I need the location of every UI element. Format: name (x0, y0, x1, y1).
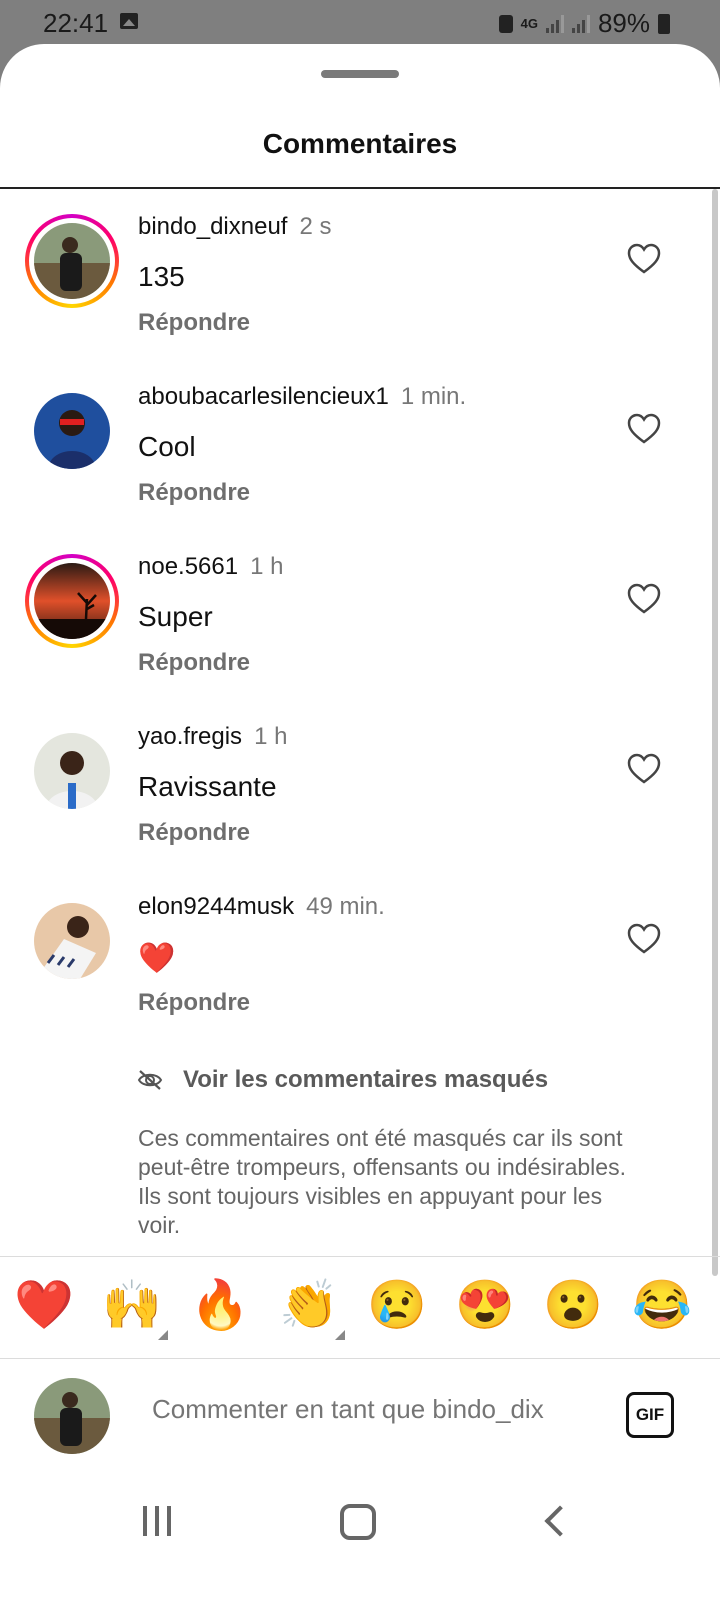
comment-username[interactable]: yao.fregis 1 h (138, 723, 287, 751)
heart-emoji-button[interactable]: ❤️ (14, 1276, 74, 1336)
comment-time: 49 min. (306, 893, 385, 920)
comment-item: noe.5661 1 h Super Répondre (0, 541, 700, 691)
emoji-reaction-bar: ❤️ 🙌 🔥 👏 😢 😍 😮 😂 (0, 1262, 720, 1358)
comments-sheet: Commentaires bindo_dixneuf 2 s 135 Répond… (0, 44, 720, 1600)
comment-username[interactable]: elon9244musk 49 min. (138, 893, 385, 921)
avatar[interactable] (34, 393, 110, 469)
home-button[interactable] (340, 1504, 376, 1540)
comment-item: yao.fregis 1 h Ravissante Répondre (0, 711, 700, 861)
avatar[interactable] (34, 903, 110, 979)
composer-divider (0, 1358, 720, 1359)
comment-time: 1 h (250, 553, 284, 580)
surprised-emoji-button[interactable]: 😮 (543, 1276, 603, 1336)
comment-composer: GIF (0, 1362, 720, 1472)
reply-button[interactable]: Répondre (138, 479, 250, 507)
like-heart-icon[interactable] (627, 753, 661, 785)
comment-item: bindo_dixneuf 2 s 135 Répondre (0, 201, 700, 351)
view-hidden-comments-button[interactable]: Voir les commentaires masqués (137, 1066, 548, 1094)
comment-username[interactable]: aboubacarlesilencieux1 1 min. (138, 383, 466, 411)
status-right-group: 4G 89% (498, 8, 670, 39)
reply-button[interactable]: Répondre (138, 819, 250, 847)
reply-button[interactable]: Répondre (138, 309, 250, 337)
scrollbar[interactable] (712, 189, 718, 1276)
raising-hands-emoji-button[interactable]: 🙌 (102, 1276, 168, 1340)
battery-percent: 89% (597, 8, 650, 38)
signal-icon (545, 14, 564, 33)
view-hidden-comments-label: Voir les commentaires masqués (183, 1066, 549, 1093)
recent-apps-button[interactable] (143, 1506, 179, 1541)
skin-tone-indicator (158, 1330, 168, 1340)
tears-of-joy-emoji-button[interactable]: 😂 (632, 1276, 692, 1336)
signal-icon-2 (571, 14, 590, 33)
comment-input[interactable] (152, 1394, 592, 1425)
lock-icon (498, 14, 513, 33)
comment-text: Cool (138, 431, 196, 462)
comment-text: Super (138, 601, 213, 632)
like-heart-icon[interactable] (627, 243, 661, 275)
like-heart-icon[interactable] (627, 413, 661, 445)
clapping-emoji-button[interactable]: 👏 (279, 1276, 345, 1340)
fire-emoji-button[interactable]: 🔥 (190, 1276, 250, 1336)
emoji-bar-divider (0, 1256, 720, 1257)
comment-item: elon9244musk 49 min. ❤️ Répondre (0, 881, 700, 1031)
comment-username[interactable]: bindo_dixneuf 2 s (138, 213, 331, 241)
eye-slash-icon (137, 1070, 163, 1090)
sheet-title: Commentaires (262, 128, 458, 159)
avatar[interactable] (34, 563, 110, 639)
header-divider (0, 187, 720, 189)
gif-button[interactable]: GIF (626, 1392, 674, 1438)
comment-time: 1 min. (400, 383, 467, 410)
drag-handle[interactable] (321, 70, 399, 78)
reply-button[interactable]: Répondre (138, 989, 250, 1017)
like-heart-icon[interactable] (627, 923, 661, 955)
comment-time: 2 s (299, 213, 332, 240)
comment-text: 135 (138, 261, 185, 292)
comment-time: 1 h (254, 723, 288, 750)
comment-username[interactable]: noe.5661 1 h (138, 553, 283, 581)
avatar[interactable] (34, 223, 110, 299)
back-button[interactable] (544, 1505, 576, 1537)
like-heart-icon[interactable] (627, 583, 661, 615)
current-user-avatar (34, 1378, 110, 1454)
comment-text: Ravissante (138, 771, 277, 802)
skin-tone-indicator (335, 1330, 345, 1340)
crying-emoji-button[interactable]: 😢 (367, 1276, 427, 1336)
comment-text: ❤️ (138, 942, 176, 975)
hidden-comments-info: Ces commentaires ont été masqués car ils… (138, 1125, 626, 1238)
heart-eyes-emoji-button[interactable]: 😍 (455, 1276, 515, 1336)
network-type: 4G (520, 15, 538, 31)
comment-item: aboubacarlesilencieux1 1 min. Cool Répond… (0, 371, 700, 521)
avatar[interactable] (34, 733, 110, 809)
status-bar: 22:41 4G 89% (0, 0, 720, 48)
battery-icon (658, 13, 670, 34)
gallery-notification-icon (120, 13, 138, 29)
status-time: 22:41 (43, 8, 109, 38)
reply-button[interactable]: Répondre (138, 649, 250, 677)
